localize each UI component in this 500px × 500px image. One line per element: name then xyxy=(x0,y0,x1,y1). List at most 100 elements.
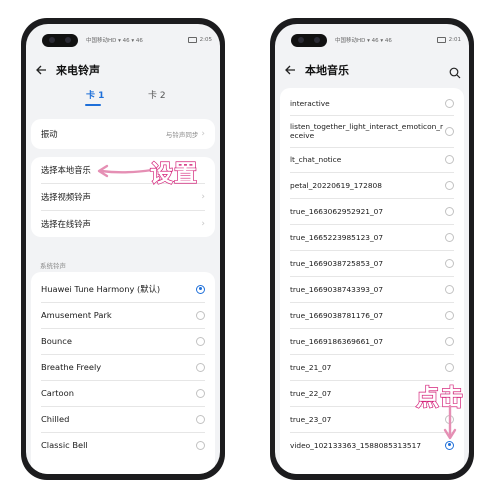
music-label: video_102133363_1588085313517 xyxy=(290,440,422,450)
vibration-card: 振动 与铃声同步 › xyxy=(31,119,215,149)
music-label: true_1665223985123_07 xyxy=(290,232,384,242)
music-row[interactable]: true_1669186369661_07 xyxy=(280,330,464,352)
ringtone-label: Cartoon xyxy=(41,388,74,398)
app-bar: 本地音乐 xyxy=(283,59,461,81)
radio-icon[interactable] xyxy=(445,180,454,190)
select-online-ringtone-row[interactable]: 选择在线铃声 › xyxy=(31,211,215,237)
radio-icon[interactable] xyxy=(196,440,205,450)
music-label: interactive xyxy=(290,98,330,108)
radio-icon[interactable] xyxy=(445,362,454,372)
select-online-ringtone-label: 选择在线铃声 xyxy=(41,219,91,229)
radio-icon[interactable] xyxy=(196,310,205,320)
music-label: true_1669186369661_07 xyxy=(290,336,384,346)
vibration-label: 振动 xyxy=(41,129,58,139)
divider xyxy=(290,302,454,303)
music-row[interactable]: true_1663062952921_07 xyxy=(280,200,464,222)
divider xyxy=(290,276,454,277)
radio-icon[interactable] xyxy=(196,362,205,372)
search-icon[interactable] xyxy=(449,64,461,79)
carrier-text: 中国移动HD ▾ 46 ▾ 46 xyxy=(86,38,143,44)
annotation-arrow-icon xyxy=(443,404,457,440)
front-camera xyxy=(42,34,78,47)
status-time: 2:01 xyxy=(448,37,461,43)
divider xyxy=(290,250,454,251)
music-label: true_21_07 xyxy=(290,362,332,372)
ringtone-label: Huawei Tune Harmony (默认) xyxy=(41,284,161,294)
music-row[interactable]: video_102133363_1588085313517 xyxy=(280,434,464,456)
ringtone-label: Bounce xyxy=(41,336,72,346)
ringtone-row[interactable]: Chilled xyxy=(31,406,215,432)
ringtone-row[interactable]: Amusement Park xyxy=(31,302,215,328)
ringtone-row[interactable]: Classic Bell xyxy=(31,432,215,458)
page-title: 本地音乐 xyxy=(305,64,349,77)
divider xyxy=(290,224,454,225)
ringtone-label: Chilled xyxy=(41,414,70,424)
status-time: 2:05 xyxy=(199,37,212,43)
music-label: listen_together_light_interact_emoticon_… xyxy=(290,122,444,140)
radio-icon[interactable] xyxy=(196,388,205,398)
vibration-hint: 与铃声同步 xyxy=(165,131,199,139)
music-row[interactable]: petal_20220619_172808 xyxy=(280,174,464,196)
vibration-row[interactable]: 振动 与铃声同步 › xyxy=(31,119,215,149)
radio-icon[interactable] xyxy=(445,126,454,136)
ringtone-row[interactable]: Cartoon xyxy=(31,380,215,406)
back-arrow-icon[interactable] xyxy=(34,63,48,77)
select-video-ringtone-label: 选择视频铃声 xyxy=(41,192,91,202)
page-title: 来电铃声 xyxy=(56,64,100,77)
divider xyxy=(290,328,454,329)
radio-icon[interactable] xyxy=(445,310,454,320)
status-bar: 中国移动HD ▾ 46 ▾ 46 2:01 xyxy=(335,36,461,44)
divider xyxy=(290,354,454,355)
tab-sim-2[interactable]: 卡 2 xyxy=(148,88,166,101)
system-ringtone-list: Huawei Tune Harmony (默认) Amusement Park … xyxy=(31,272,215,474)
annotation-set-label: 设置 xyxy=(149,160,198,187)
system-ringtones-header: 系统铃声 xyxy=(40,262,66,270)
radio-icon[interactable] xyxy=(445,336,454,346)
back-arrow-icon[interactable] xyxy=(283,63,297,77)
music-label: true_1669038743393_07 xyxy=(290,284,384,294)
music-row[interactable]: true_1669038781176_07 xyxy=(280,304,464,326)
tab-sim-1[interactable]: 卡 1 xyxy=(86,88,104,101)
ringtone-row[interactable]: Breathe Freely xyxy=(31,354,215,380)
music-label: true_1663062952921_07 xyxy=(290,206,384,216)
radio-icon[interactable] xyxy=(445,258,454,268)
divider xyxy=(290,432,454,433)
ringtone-row[interactable]: Bounce xyxy=(31,328,215,354)
local-music-list: interactive listen_together_light_intera… xyxy=(280,88,464,474)
battery-icon xyxy=(187,37,197,43)
radio-icon[interactable] xyxy=(445,154,454,164)
status-bar: 中国移动HD ▾ 46 ▾ 46 2:05 xyxy=(86,36,212,44)
app-bar: 来电铃声 xyxy=(34,59,212,81)
music-row[interactable]: interactive xyxy=(280,92,464,114)
music-label: true_1669038781176_07 xyxy=(290,310,384,320)
music-row[interactable]: lt_chat_notice xyxy=(280,148,464,170)
annotation-arrow-icon xyxy=(97,164,154,178)
battery-icon xyxy=(436,37,446,43)
active-tab-indicator xyxy=(85,104,101,106)
phone-left: 中国移动HD ▾ 46 ▾ 46 2:05 来电铃声 卡 1 卡 2 振动 与铃… xyxy=(21,18,225,480)
radio-icon[interactable] xyxy=(196,414,205,424)
screen-ringtone-settings: 中国移动HD ▾ 46 ▾ 46 2:05 来电铃声 卡 1 卡 2 振动 与铃… xyxy=(26,24,220,474)
music-row[interactable]: true_1669038725853_07 xyxy=(280,252,464,274)
divider xyxy=(290,198,454,199)
carrier-text: 中国移动HD ▾ 46 ▾ 46 xyxy=(335,38,392,44)
ringtone-label: Breathe Freely xyxy=(41,362,102,372)
radio-icon[interactable] xyxy=(196,336,205,346)
ringtone-row[interactable]: Huawei Tune Harmony (默认) xyxy=(31,276,215,302)
ringtone-label: Amusement Park xyxy=(41,310,112,320)
music-label: true_1669038725853_07 xyxy=(290,258,384,268)
front-camera xyxy=(291,34,327,47)
music-label: true_23_07 xyxy=(290,414,332,424)
music-label: lt_chat_notice xyxy=(290,154,342,164)
radio-icon[interactable] xyxy=(445,98,454,108)
radio-selected-icon[interactable] xyxy=(196,284,205,294)
music-label: petal_20220619_172808 xyxy=(290,180,382,190)
radio-icon[interactable] xyxy=(445,206,454,216)
music-row[interactable]: true_21_07 xyxy=(280,356,464,378)
music-row[interactable]: true_1669038743393_07 xyxy=(280,278,464,300)
radio-icon[interactable] xyxy=(445,284,454,294)
radio-icon[interactable] xyxy=(445,232,454,242)
music-row[interactable]: true_1665223985123_07 xyxy=(280,226,464,248)
music-row[interactable]: listen_together_light_interact_emoticon_… xyxy=(280,116,464,146)
sim-tabs: 卡 1 卡 2 xyxy=(26,88,220,110)
